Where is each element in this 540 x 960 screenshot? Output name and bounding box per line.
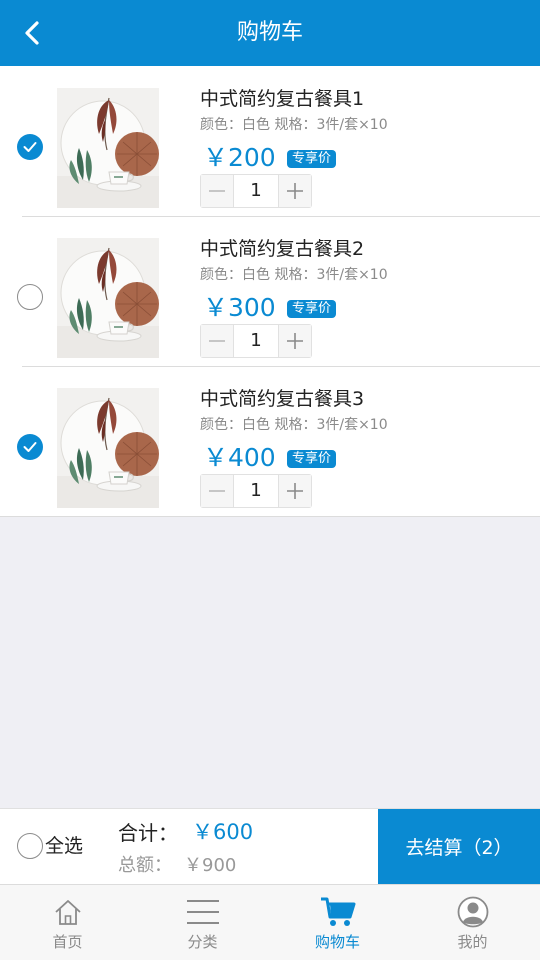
tab-home[interactable]: 首页	[0, 885, 135, 960]
product-name[interactable]: 中式简约复古餐具3	[200, 384, 364, 411]
quantity-stepper: 1	[200, 474, 312, 508]
product-spec: 颜色：白色 规格：3件/套×10	[200, 117, 388, 133]
select-all-checkbox[interactable]	[17, 833, 43, 859]
item-checkbox-checked[interactable]	[17, 434, 43, 460]
app-header: 购物车	[0, 0, 540, 66]
sum-value: ￥900	[184, 855, 237, 876]
minus-icon	[209, 340, 225, 342]
quantity-stepper: 1	[200, 324, 312, 358]
checkout-button[interactable]: 去结算（2）	[378, 809, 540, 884]
product-price: ￥200	[203, 143, 276, 172]
minus-icon	[209, 190, 225, 192]
cart-item: 中式简约复古餐具1 颜色：白色 规格：3件/套×10 ￥200 专享价 1	[0, 66, 540, 216]
tab-cart[interactable]: 购物车	[270, 885, 405, 960]
checkmark-icon	[23, 442, 37, 452]
bottom-tab-bar: 首页 分类 购物车 我的	[0, 884, 540, 960]
tab-label: 购物车	[314, 933, 360, 951]
plus-icon	[287, 183, 303, 199]
product-image[interactable]	[57, 88, 159, 208]
exclusive-price-badge: 专享价	[287, 150, 337, 168]
plus-icon	[287, 333, 303, 349]
sum-label: 总额：	[118, 855, 172, 876]
product-name[interactable]: 中式简约复古餐具1	[200, 84, 364, 111]
product-spec: 颜色：白色 规格：3件/套×10	[200, 267, 388, 283]
checkout-bar: 全选 合计： ￥600 总额： ￥900 去结算（2）	[0, 808, 540, 884]
select-all-label[interactable]: 全选	[45, 833, 83, 859]
plus-icon	[287, 483, 303, 499]
quantity-input[interactable]: 1	[233, 175, 279, 207]
tab-label: 首页	[52, 933, 83, 951]
item-checkbox-unchecked[interactable]	[17, 284, 43, 310]
tab-label: 我的	[457, 933, 488, 951]
cart-icon	[320, 897, 355, 926]
item-checkbox-checked[interactable]	[17, 134, 43, 160]
product-image[interactable]	[57, 238, 159, 358]
increase-button[interactable]	[279, 175, 311, 207]
increase-button[interactable]	[279, 325, 311, 357]
exclusive-price-badge: 专享价	[287, 450, 337, 468]
cart-item: 中式简约复古餐具3 颜色：白色 规格：3件/套×10 ￥400 专享价 1	[0, 366, 540, 516]
page-title: 购物车	[236, 20, 303, 45]
total-label: 合计：	[118, 821, 178, 845]
product-price: ￥400	[203, 443, 276, 472]
decrease-button[interactable]	[201, 325, 233, 357]
product-name[interactable]: 中式简约复古餐具2	[200, 234, 364, 261]
total-value: ￥600	[192, 820, 254, 844]
quantity-input[interactable]: 1	[233, 325, 279, 357]
exclusive-price-badge: 专享价	[287, 300, 337, 318]
cart-item: 中式简约复古餐具2 颜色：白色 规格：3件/套×10 ￥300 专享价 1	[0, 216, 540, 366]
tab-category[interactable]: 分类	[135, 885, 270, 960]
checkmark-icon	[23, 142, 37, 152]
product-spec: 颜色：白色 规格：3件/套×10	[200, 417, 388, 433]
tab-profile[interactable]: 我的	[405, 885, 540, 960]
cart-list: 中式简约复古餐具1 颜色：白色 规格：3件/套×10 ￥200 专享价 1 中式…	[0, 66, 540, 517]
tab-label: 分类	[187, 933, 218, 951]
menu-icon	[186, 900, 219, 924]
increase-button[interactable]	[279, 475, 311, 507]
decrease-button[interactable]	[201, 475, 233, 507]
home-icon	[54, 900, 81, 925]
product-image[interactable]	[57, 388, 159, 508]
quantity-input[interactable]: 1	[233, 475, 279, 507]
quantity-stepper: 1	[200, 174, 312, 208]
user-icon	[457, 896, 488, 928]
minus-icon	[209, 490, 225, 492]
product-price: ￥300	[203, 293, 276, 322]
decrease-button[interactable]	[201, 175, 233, 207]
